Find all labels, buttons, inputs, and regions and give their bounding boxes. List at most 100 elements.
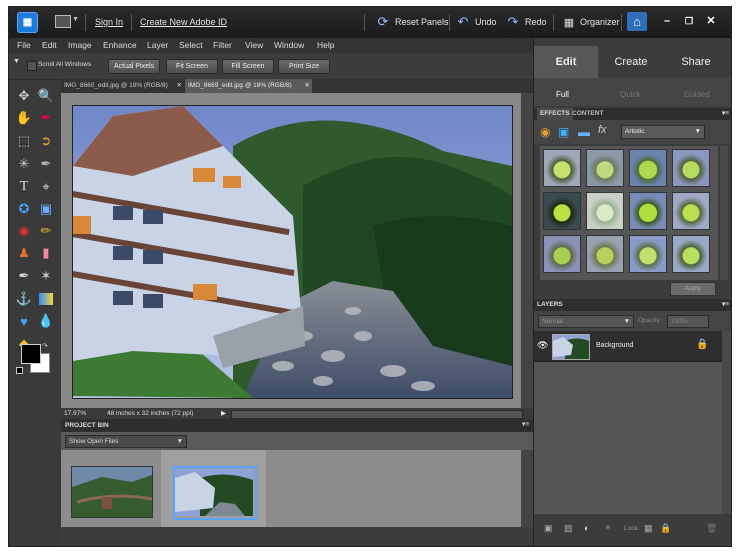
gradient-tool-icon[interactable] [36, 289, 56, 309]
workspace-icon[interactable] [55, 15, 71, 28]
effects-tab[interactable]: EFFECTS [537, 108, 573, 120]
default-colors-icon[interactable] [16, 367, 23, 374]
clone-stamp-tool-icon[interactable]: ♟ [14, 243, 34, 263]
eraser-tool-icon[interactable]: ▮ [36, 243, 56, 263]
effect-thumb[interactable] [586, 235, 624, 273]
restore-icon[interactable]: ❐ [681, 13, 697, 29]
scroll-all-checkbox[interactable] [27, 61, 37, 71]
panel-menu-icon[interactable]: ▾≡ [722, 108, 729, 120]
chevron-down-icon[interactable]: ▼ [72, 16, 79, 23]
type-tool-icon[interactable]: T [14, 177, 34, 197]
blur-tool-icon[interactable]: 💧 [36, 311, 56, 331]
selection-brush-tool-icon[interactable]: ✒ [36, 154, 56, 174]
sign-in-link[interactable]: Sign In [95, 17, 123, 27]
create-id-link[interactable]: Create New Adobe ID [140, 17, 227, 27]
undo-icon[interactable]: ↶ [455, 14, 471, 30]
subtab-quick[interactable]: Quick [620, 90, 640, 99]
tab-create[interactable]: Create [599, 46, 663, 78]
fill-screen-button[interactable]: Fill Screen [222, 59, 274, 74]
paint-bucket-tool-icon[interactable]: ⚓ [14, 289, 34, 309]
move-tool-icon[interactable]: ✥ [14, 86, 34, 106]
effect-thumb[interactable] [586, 149, 624, 187]
panel-menu-icon[interactable]: ▾≡ [522, 420, 529, 428]
brush-tool-icon[interactable]: ✒ [14, 266, 34, 286]
fx-icon[interactable]: fx [598, 124, 607, 136]
effect-thumb[interactable] [672, 235, 710, 273]
subtab-full[interactable]: Full [556, 90, 569, 99]
bin-thumbnail-1[interactable] [71, 466, 153, 518]
lasso-tool-icon[interactable]: ➲ [36, 131, 56, 151]
close-tab-icon[interactable]: ✕ [305, 79, 310, 93]
home-icon[interactable]: ⌂ [627, 12, 647, 31]
reset-panels-button[interactable]: Reset Panels [395, 17, 449, 27]
doc-tab-1[interactable]: IMG_8660_edit.jpg @ 18% (RGB/8) ✕ [61, 79, 184, 93]
document-image[interactable] [72, 105, 513, 399]
bin-scrollbar[interactable] [521, 450, 533, 527]
menu-edit[interactable]: Edit [42, 40, 57, 50]
magic-wand-tool-icon[interactable]: ✳ [14, 154, 34, 174]
photo-effects-icon[interactable]: ▬ [578, 125, 590, 139]
crop-tool-icon[interactable]: ⌖ [36, 177, 56, 197]
new-layer-icon[interactable]: ▣ [544, 523, 553, 534]
eyedropper-tool-icon[interactable]: ✒ [36, 108, 56, 128]
cookie-cutter-tool-icon[interactable]: ✪ [14, 199, 34, 219]
mask-icon[interactable]: ◐ [584, 523, 589, 533]
canvas-area[interactable] [61, 93, 533, 408]
hand-tool-icon[interactable]: ✋ [14, 108, 34, 128]
effects-scrollbar[interactable] [720, 146, 728, 280]
minimize-icon[interactable]: – [659, 13, 675, 29]
menu-select[interactable]: Select [179, 40, 203, 50]
panel-menu-icon[interactable]: ▾≡ [722, 299, 729, 311]
adjustment-layer-icon[interactable]: ▧ [564, 523, 573, 534]
effect-thumb[interactable] [629, 192, 667, 230]
effect-thumb[interactable] [586, 192, 624, 230]
opacity-field[interactable]: 100% [667, 315, 709, 328]
effect-thumb[interactable] [543, 235, 581, 273]
effect-thumb[interactable] [672, 192, 710, 230]
zoom-tool-icon[interactable]: 🔍 [36, 86, 56, 106]
menu-view[interactable]: View [245, 40, 263, 50]
swap-colors-icon[interactable]: ↷ [42, 342, 48, 350]
menu-file[interactable]: File [17, 40, 31, 50]
effect-thumb[interactable] [672, 149, 710, 187]
menu-image[interactable]: Image [68, 40, 92, 50]
undo-button[interactable]: Undo [475, 17, 497, 27]
show-files-dropdown[interactable]: Show Open Files ▼ [65, 435, 187, 448]
foreground-color-swatch-front[interactable] [21, 344, 41, 364]
layers-scrollbar[interactable] [722, 331, 731, 531]
app-logo[interactable]: ▦ [17, 12, 38, 33]
effects-category-dropdown[interactable]: Artistic ▼ [621, 125, 705, 139]
effect-thumb[interactable] [629, 149, 667, 187]
smart-brush-tool-icon[interactable]: ✶ [36, 266, 56, 286]
subtab-guided[interactable]: Guided [684, 90, 710, 99]
effect-thumb[interactable] [629, 235, 667, 273]
custom-shape-tool-icon[interactable]: ♥ [14, 311, 34, 331]
actual-pixels-button[interactable]: Actual Pixels [108, 59, 160, 74]
organizer-button[interactable]: Organizer [580, 17, 620, 27]
tab-share[interactable]: Share [664, 46, 728, 78]
straighten-tool-icon[interactable]: ▣ [36, 199, 56, 219]
link-icon[interactable]: ⚭ [604, 522, 612, 533]
redo-icon[interactable]: ↷ [505, 14, 521, 30]
close-tab-icon[interactable]: ✕ [177, 79, 182, 93]
content-tab[interactable]: CONTENT [572, 108, 603, 120]
tab-edit[interactable]: Edit [534, 46, 598, 78]
blend-mode-dropdown[interactable]: Normal ▼ [538, 315, 634, 328]
fit-screen-button[interactable]: Fit Screen [166, 59, 218, 74]
canvas-vertical-scrollbar[interactable] [521, 93, 533, 408]
redo-button[interactable]: Redo [525, 17, 547, 27]
options-menu-icon[interactable]: ▼ [13, 58, 20, 65]
menu-window[interactable]: Window [274, 40, 304, 50]
apply-button[interactable]: Apply [670, 282, 716, 296]
eye-icon[interactable]: 👁 [537, 340, 548, 351]
close-icon[interactable]: ✕ [703, 13, 719, 29]
marquee-tool-icon[interactable]: ⬚ [14, 131, 34, 151]
organizer-icon[interactable]: ▦ [561, 14, 577, 30]
reset-panels-icon[interactable]: ⟳ [375, 14, 391, 30]
lock-transparent-icon[interactable]: ▦ [644, 523, 653, 534]
filters-icon[interactable]: ◉ [540, 125, 550, 139]
menu-layer[interactable]: Layer [147, 40, 168, 50]
status-menu-icon[interactable]: ▶ [221, 409, 226, 417]
menu-filter[interactable]: Filter [213, 40, 232, 50]
menu-enhance[interactable]: Enhance [103, 40, 137, 50]
